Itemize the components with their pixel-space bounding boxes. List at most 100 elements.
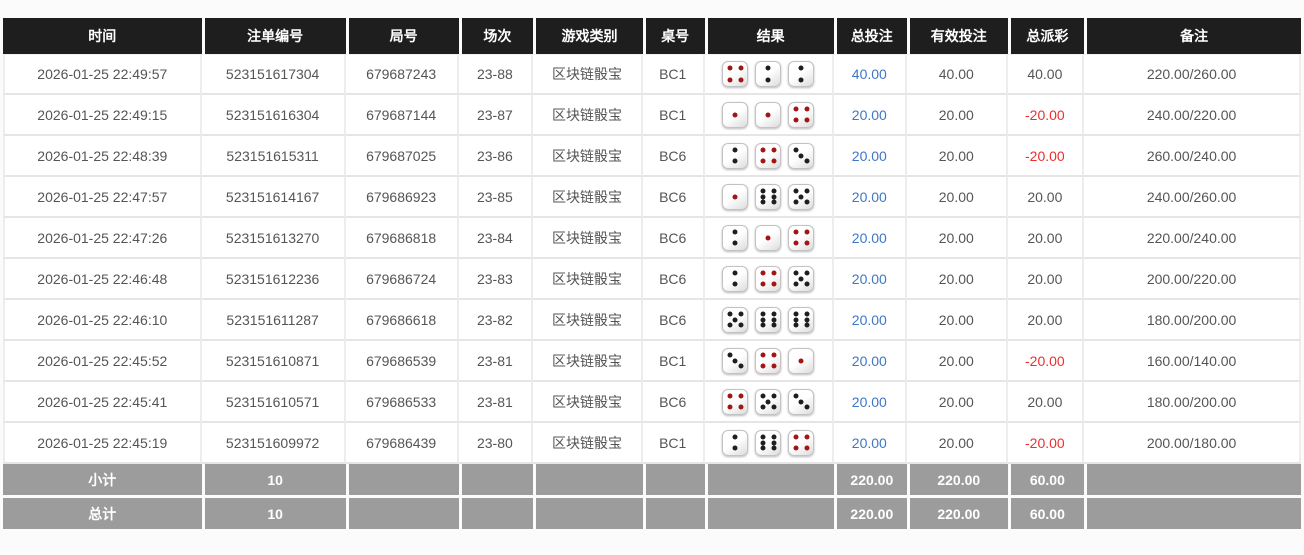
die-pip [804, 311, 810, 317]
cell-result [704, 423, 834, 464]
cell-payout: -20.00 [1007, 136, 1085, 177]
die-pip [760, 158, 766, 164]
bet-record-row: 2026-01-25 22:46:10 523151611287 679686618… [3, 300, 1301, 341]
footer-total-bet: 220.00 [833, 464, 907, 498]
die-pip [793, 106, 799, 112]
die-face-4 [722, 61, 749, 87]
cell-payout: -20.00 [1007, 423, 1085, 464]
die-pip [732, 358, 738, 363]
cell-payout: 20.00 [1007, 300, 1085, 341]
column-header-10: 备注 [1084, 18, 1301, 54]
die-face-6 [755, 183, 782, 210]
die-pip [760, 311, 766, 317]
die-pip [793, 434, 799, 440]
column-header-9: 总派彩 [1007, 18, 1085, 54]
cell-time: 2026-01-25 22:47:57 [3, 177, 202, 218]
die-pip [771, 363, 777, 369]
die-pip [804, 158, 810, 164]
cell-result [704, 300, 834, 341]
cell-round-id: 679686818 [345, 218, 459, 259]
total-bet-amount-link[interactable]: 20.00 [852, 271, 887, 287]
die-pip [804, 240, 810, 246]
die-pip [732, 434, 738, 440]
die-pip [804, 106, 810, 112]
die-face-2 [722, 142, 749, 169]
column-header-8: 有效投注 [906, 18, 1008, 54]
total-bet-amount-link[interactable]: 20.00 [852, 189, 887, 205]
cell-remark: 220.00/240.00 [1084, 218, 1301, 259]
cell-valid-bet: 20.00 [906, 259, 1008, 300]
total-bet-amount-link[interactable]: 20.00 [852, 353, 887, 369]
subtotal-row: 小计 10 220.00 220.00 60.00 [3, 464, 1301, 498]
total-bet-amount-link[interactable]: 20.00 [852, 394, 887, 410]
cell-bet-id: 523151610871 [201, 341, 346, 382]
die-pip [760, 352, 766, 358]
die-face-1 [722, 101, 749, 128]
die-face-1 [722, 183, 749, 210]
die-face-1 [788, 347, 815, 374]
die-pip [760, 322, 766, 328]
die-pip [727, 393, 733, 399]
die-pip [804, 229, 810, 235]
cell-session: 23-81 [458, 341, 534, 382]
die-pip [804, 281, 810, 287]
column-header-4: 游戏类别 [533, 18, 643, 54]
cell-game-type: 区块链骰宝 [533, 423, 643, 464]
cell-table-no: BC1 [642, 341, 705, 382]
total-bet-amount-link[interactable]: 20.00 [852, 435, 887, 451]
footer-payout: 60.00 [1007, 464, 1085, 498]
cell-total-bet: 20.00 [833, 218, 907, 259]
total-bet-amount-link[interactable]: 20.00 [852, 148, 887, 164]
cell-remark: 260.00/240.00 [1084, 136, 1301, 177]
die-pip [765, 65, 771, 71]
total-bet-amount-link[interactable]: 20.00 [852, 230, 887, 246]
cell-round-id: 679686724 [345, 259, 459, 300]
cell-round-id: 679686618 [345, 300, 459, 341]
die-face-1 [755, 224, 782, 251]
dice-result [722, 388, 815, 415]
bet-record-row: 2026-01-25 22:49:15 523151616304 679687144… [3, 95, 1301, 136]
table-footer: 小计 10 220.00 220.00 60.00 总计 10 220.00 220.00 60.… [3, 464, 1301, 532]
die-pip [771, 352, 777, 358]
die-pip [765, 235, 771, 240]
die-pip [760, 317, 766, 322]
die-face-5 [788, 265, 815, 292]
cell-game-type: 区块链骰宝 [533, 341, 643, 382]
column-header-2: 局号 [345, 18, 459, 54]
bet-record-row: 2026-01-25 22:46:48 523151612236 679686724… [3, 259, 1301, 300]
die-pip [760, 445, 766, 451]
cell-payout: 40.00 [1007, 54, 1085, 95]
die-pip [732, 158, 738, 164]
table-body: 2026-01-25 22:49:57 523151617304 679687243… [3, 54, 1301, 464]
die-pip [738, 65, 744, 71]
total-bet-amount-link[interactable]: 20.00 [852, 312, 887, 328]
cell-remark: 220.00/260.00 [1084, 54, 1301, 95]
cell-time: 2026-01-25 22:49:15 [3, 95, 202, 136]
cell-bet-id: 523151617304 [201, 54, 346, 95]
die-pip [793, 229, 799, 235]
cell-session: 23-81 [458, 382, 534, 423]
cell-round-id: 679686439 [345, 423, 459, 464]
cell-bet-id: 523151615311 [201, 136, 346, 177]
cell-time: 2026-01-25 22:48:39 [3, 136, 202, 177]
die-pip [793, 393, 799, 399]
cell-payout: 20.00 [1007, 382, 1085, 423]
cell-time: 2026-01-25 22:46:48 [3, 259, 202, 300]
total-bet-amount-link[interactable]: 40.00 [852, 66, 887, 82]
die-pip [793, 317, 799, 322]
die-pip [804, 322, 810, 328]
die-pip [760, 434, 766, 440]
footer-empty [1084, 464, 1301, 498]
cell-remark: 240.00/220.00 [1084, 95, 1301, 136]
die-pip [771, 445, 777, 451]
cell-result [704, 54, 834, 95]
die-pip [793, 147, 799, 153]
cell-time: 2026-01-25 22:45:19 [3, 423, 202, 464]
die-pip [771, 434, 777, 440]
footer-empty [533, 464, 643, 498]
cell-game-type: 区块链骰宝 [533, 382, 643, 423]
total-bet-amount-link[interactable]: 20.00 [852, 107, 887, 123]
die-pip [793, 188, 799, 194]
die-pip [771, 311, 777, 317]
footer-label: 总计 [3, 498, 202, 532]
